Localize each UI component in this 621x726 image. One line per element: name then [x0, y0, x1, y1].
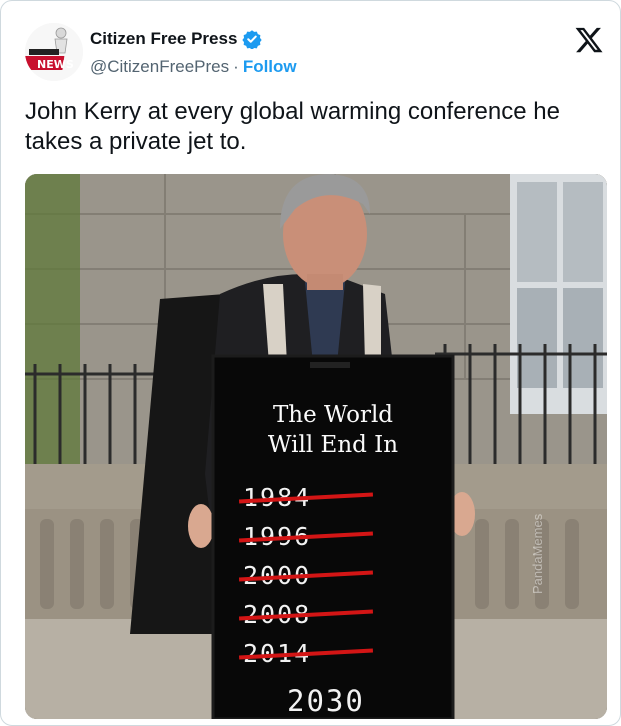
crossed-year-3: 2000	[238, 556, 374, 595]
x-logo-icon[interactable]	[574, 25, 604, 55]
author-name-row: Citizen Free Press	[90, 29, 263, 49]
tweet-card: NEWS Citizen Free Press @CitizenFreePres…	[0, 0, 621, 726]
tweet-text: John Kerry at every global warming confe…	[25, 98, 560, 155]
author-avatar[interactable]: NEWS	[25, 23, 83, 81]
author-handle-row: @CitizenFreePres · Follow	[90, 57, 297, 77]
crossed-year-4: 2008	[238, 595, 374, 634]
sign-heading-line1: The World	[272, 402, 394, 428]
sign-heading-line2: Will End In	[267, 432, 399, 458]
author-handle[interactable]: @CitizenFreePres	[90, 57, 229, 77]
verified-badge-icon	[242, 30, 263, 49]
avatar-text: NEWS	[37, 58, 74, 71]
crossed-years-list: 1984 1996 2000 2008 2014	[238, 478, 374, 673]
crossed-year-2: 1996	[238, 517, 374, 556]
sign-current-year: 2030	[287, 684, 365, 718]
sign-heading: The World Will End In	[213, 400, 453, 460]
crossed-year-5: 2014	[238, 634, 374, 673]
crossed-year-1: 1984	[238, 478, 374, 517]
author-display-name[interactable]: Citizen Free Press	[90, 29, 237, 49]
media-watermark: PandaMemes	[530, 513, 545, 594]
avatar-image: NEWS	[25, 23, 83, 81]
handle-separator: ·	[233, 57, 239, 76]
tweet-media[interactable]: The World Will End In 1984 1996 2000 200…	[25, 174, 607, 719]
follow-button[interactable]: Follow	[243, 57, 297, 77]
